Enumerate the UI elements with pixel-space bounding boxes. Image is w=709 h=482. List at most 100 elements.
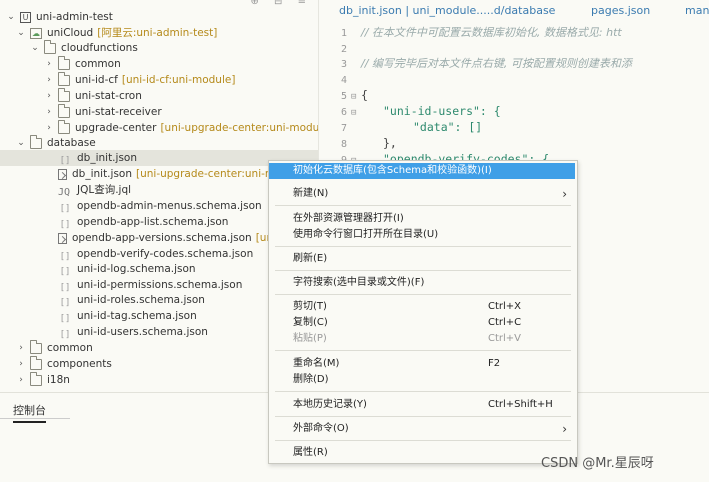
tree-item-cf[interactable]: › upgrade-center [uni-upgrade-center:uni…	[44, 119, 318, 136]
tree-item-tag: [阿里云:uni-admin-test]	[97, 27, 218, 39]
menu-item-cut[interactable]: 剪切(T) Ctrl+X	[269, 299, 575, 315]
tree-item-label: opendb-admin-menus.schema.json	[77, 200, 262, 212]
menu-item-label: 使用命令行窗口打开所在目录(U)	[293, 229, 439, 240]
tab-console[interactable]: 控制台	[13, 402, 46, 423]
tree-item-folder[interactable]: › i18n	[16, 371, 70, 388]
tree-item-unicloud[interactable]: ⌄ uniCloud [阿里云:uni-admin-test]	[16, 25, 218, 42]
menu-separator	[275, 270, 571, 271]
tree-item-db-file[interactable]: [] opendb-admin-menus.schema.json	[58, 198, 262, 214]
menu-item-shortcut: F2	[488, 358, 501, 369]
tree-item-db-file[interactable]: opendb-app-versions.schema.json [uni	[58, 230, 276, 246]
cloud-folder-icon	[30, 26, 42, 42]
code-line: 1// 在本文件中可配置云数据库初始化, 数据格式见: htt	[319, 24, 622, 40]
tree-item-db-file[interactable]: JQ JQL查询.jql	[58, 182, 131, 198]
chevron-down-icon[interactable]: ⌄	[30, 40, 40, 56]
tree-item-tag: [uni-id-cf:uni-module]	[121, 74, 236, 86]
json-file-icon: []	[59, 219, 71, 230]
tree-item-folder[interactable]: › common	[16, 339, 93, 356]
menu-item-external-commands[interactable]: 外部命令(O) ›	[269, 421, 575, 437]
tree-root-project[interactable]: ⌄ U uni-admin-test	[6, 9, 113, 25]
tree-item-label: database	[47, 137, 96, 149]
code-comment: // 编写完毕后对本文件点右键, 可按配置规则创建表和添	[361, 57, 632, 70]
chevron-right-icon[interactable]: ›	[44, 72, 54, 88]
menu-item-shortcut: Ctrl+Shift+H	[488, 399, 553, 410]
jql-file-icon: JQ	[58, 186, 71, 198]
menu-item-search[interactable]: 字符搜索(选中目录或文件)(F)	[269, 275, 575, 291]
folder-icon	[58, 119, 70, 134]
tree-item-label: uni-admin-test	[36, 11, 113, 23]
tree-item-cf[interactable]: › uni-stat-cron	[44, 87, 142, 104]
menu-item-rename[interactable]: 重命名(M) F2	[269, 356, 575, 372]
linked-file-icon	[58, 232, 67, 244]
menu-item-open-explorer[interactable]: 在外部资源管理器打开(I)	[269, 211, 575, 227]
chevron-right-icon[interactable]: ›	[16, 356, 26, 372]
editor-tab-pages[interactable]: pages.json	[591, 4, 650, 17]
menu-item-paste[interactable]: 粘贴(P) Ctrl+V	[269, 331, 575, 347]
tree-item-db-file[interactable]: [] uni-id-tag.schema.json	[58, 308, 197, 324]
menu-item-local-history[interactable]: 本地历史记录(Y) Ctrl+Shift+H	[269, 397, 575, 413]
tree-toolbar-icons[interactable]: ⊕ ⊟ ≡	[251, 0, 313, 7]
code-line: 8},	[319, 135, 397, 151]
chevron-right-icon[interactable]: ›	[16, 340, 26, 356]
chevron-right-icon[interactable]: ›	[44, 56, 54, 72]
tree-item-cf[interactable]: › uni-stat-receiver	[44, 103, 162, 120]
tree-item-db-file[interactable]: [] uni-id-permissions.schema.json	[58, 277, 243, 293]
tree-item-db-file[interactable]: [] uni-id-roles.schema.json	[58, 292, 205, 308]
tree-item-label: i18n	[47, 374, 70, 386]
tree-item-db-file[interactable]: [] opendb-app-list.schema.json	[58, 214, 229, 230]
tree-item-db-file[interactable]: [] opendb-verify-codes.schema.json	[58, 246, 254, 262]
menu-item-copy[interactable]: 复制(C) Ctrl+C	[269, 315, 575, 331]
json-file-icon: []	[59, 203, 71, 214]
menu-item-open-terminal[interactable]: 使用命令行窗口打开所在目录(U)	[269, 227, 575, 243]
tree-item-cloudfunctions[interactable]: ⌄ cloudfunctions	[30, 39, 138, 56]
code-text: },	[383, 136, 397, 150]
tree-item-db-file[interactable]: [] uni-id-users.schema.json	[58, 324, 208, 340]
menu-item-refresh[interactable]: 刷新(E)	[269, 251, 575, 267]
json-file-icon: []	[59, 313, 71, 324]
tree-item-label: uni-stat-receiver	[75, 106, 162, 118]
chevron-right-icon[interactable]: ›	[44, 104, 54, 120]
tree-item-database[interactable]: ⌄ database	[16, 134, 96, 151]
submenu-arrow-icon: ›	[562, 187, 567, 201]
chevron-right-icon[interactable]: ›	[44, 120, 54, 136]
code-text: "data": []	[413, 120, 483, 134]
tree-item-label: common	[47, 342, 93, 354]
tree-item-folder[interactable]: › components	[16, 355, 112, 372]
folder-icon	[58, 87, 70, 102]
code-line: 3// 编写完毕后对本文件点右键, 可按配置规则创建表和添	[319, 55, 632, 71]
chevron-down-icon[interactable]: ⌄	[6, 9, 16, 25]
menu-item-label: 初始化云数据库(包含Schema和校验函数)(I)	[293, 165, 492, 176]
json-file-icon: []	[59, 282, 71, 293]
editor-tab-db-init[interactable]: db_init.json | uni_module.....d/database	[339, 4, 555, 17]
tree-item-label: upgrade-center	[75, 122, 157, 134]
menu-item-label: 刷新(E)	[293, 253, 328, 264]
folder-icon	[30, 355, 42, 370]
tree-item-label: uni-id-cf	[75, 74, 118, 86]
json-file-icon: []	[59, 251, 71, 262]
tree-item-label: db_init.json	[72, 168, 132, 180]
tree-item-tag: [uni-upgrade-center:uni-m	[136, 168, 276, 180]
tree-item-db-file[interactable]: [] uni-id-log.schema.json	[58, 261, 196, 277]
tree-item-db-file[interactable]: db_init.json [uni-upgrade-center:uni-m	[58, 166, 275, 182]
code-line: 4	[319, 71, 351, 87]
chevron-right-icon[interactable]: ›	[44, 88, 54, 104]
tree-item-label: uni-id-roles.schema.json	[77, 294, 205, 306]
tree-item-label: components	[47, 358, 112, 370]
menu-item-properties[interactable]: 属性(R)	[269, 445, 575, 461]
menu-item-new[interactable]: 新建(N) ›	[269, 186, 575, 202]
editor-tab-bar: db_init.json | uni_module.....d/database…	[319, 0, 709, 22]
menu-item-label: 外部命令(O)	[293, 423, 349, 434]
menu-separator	[275, 246, 571, 247]
editor-tab-manifest[interactable]: man	[685, 4, 709, 17]
watermark: CSDN @Mr.星辰呀	[541, 456, 654, 471]
menu-item-init-cloud-db[interactable]: 初始化云数据库(包含Schema和校验函数)(I)	[269, 163, 575, 179]
chevron-right-icon[interactable]: ›	[16, 372, 26, 388]
tree-item-cf[interactable]: › common	[44, 55, 121, 72]
code-comment: // 在本文件中可配置云数据库初始化, 数据格式见: htt	[361, 26, 622, 39]
context-menu: 初始化云数据库(包含Schema和校验函数)(I) 新建(N) › 在外部资源管理…	[268, 160, 578, 464]
chevron-down-icon[interactable]: ⌄	[16, 135, 26, 151]
menu-item-delete[interactable]: 删除(D)	[269, 372, 575, 388]
chevron-down-icon[interactable]: ⌄	[16, 25, 26, 41]
tree-item-label: JQL查询.jql	[77, 184, 132, 196]
tree-item-cf[interactable]: › uni-id-cf [uni-id-cf:uni-module]	[44, 71, 236, 88]
